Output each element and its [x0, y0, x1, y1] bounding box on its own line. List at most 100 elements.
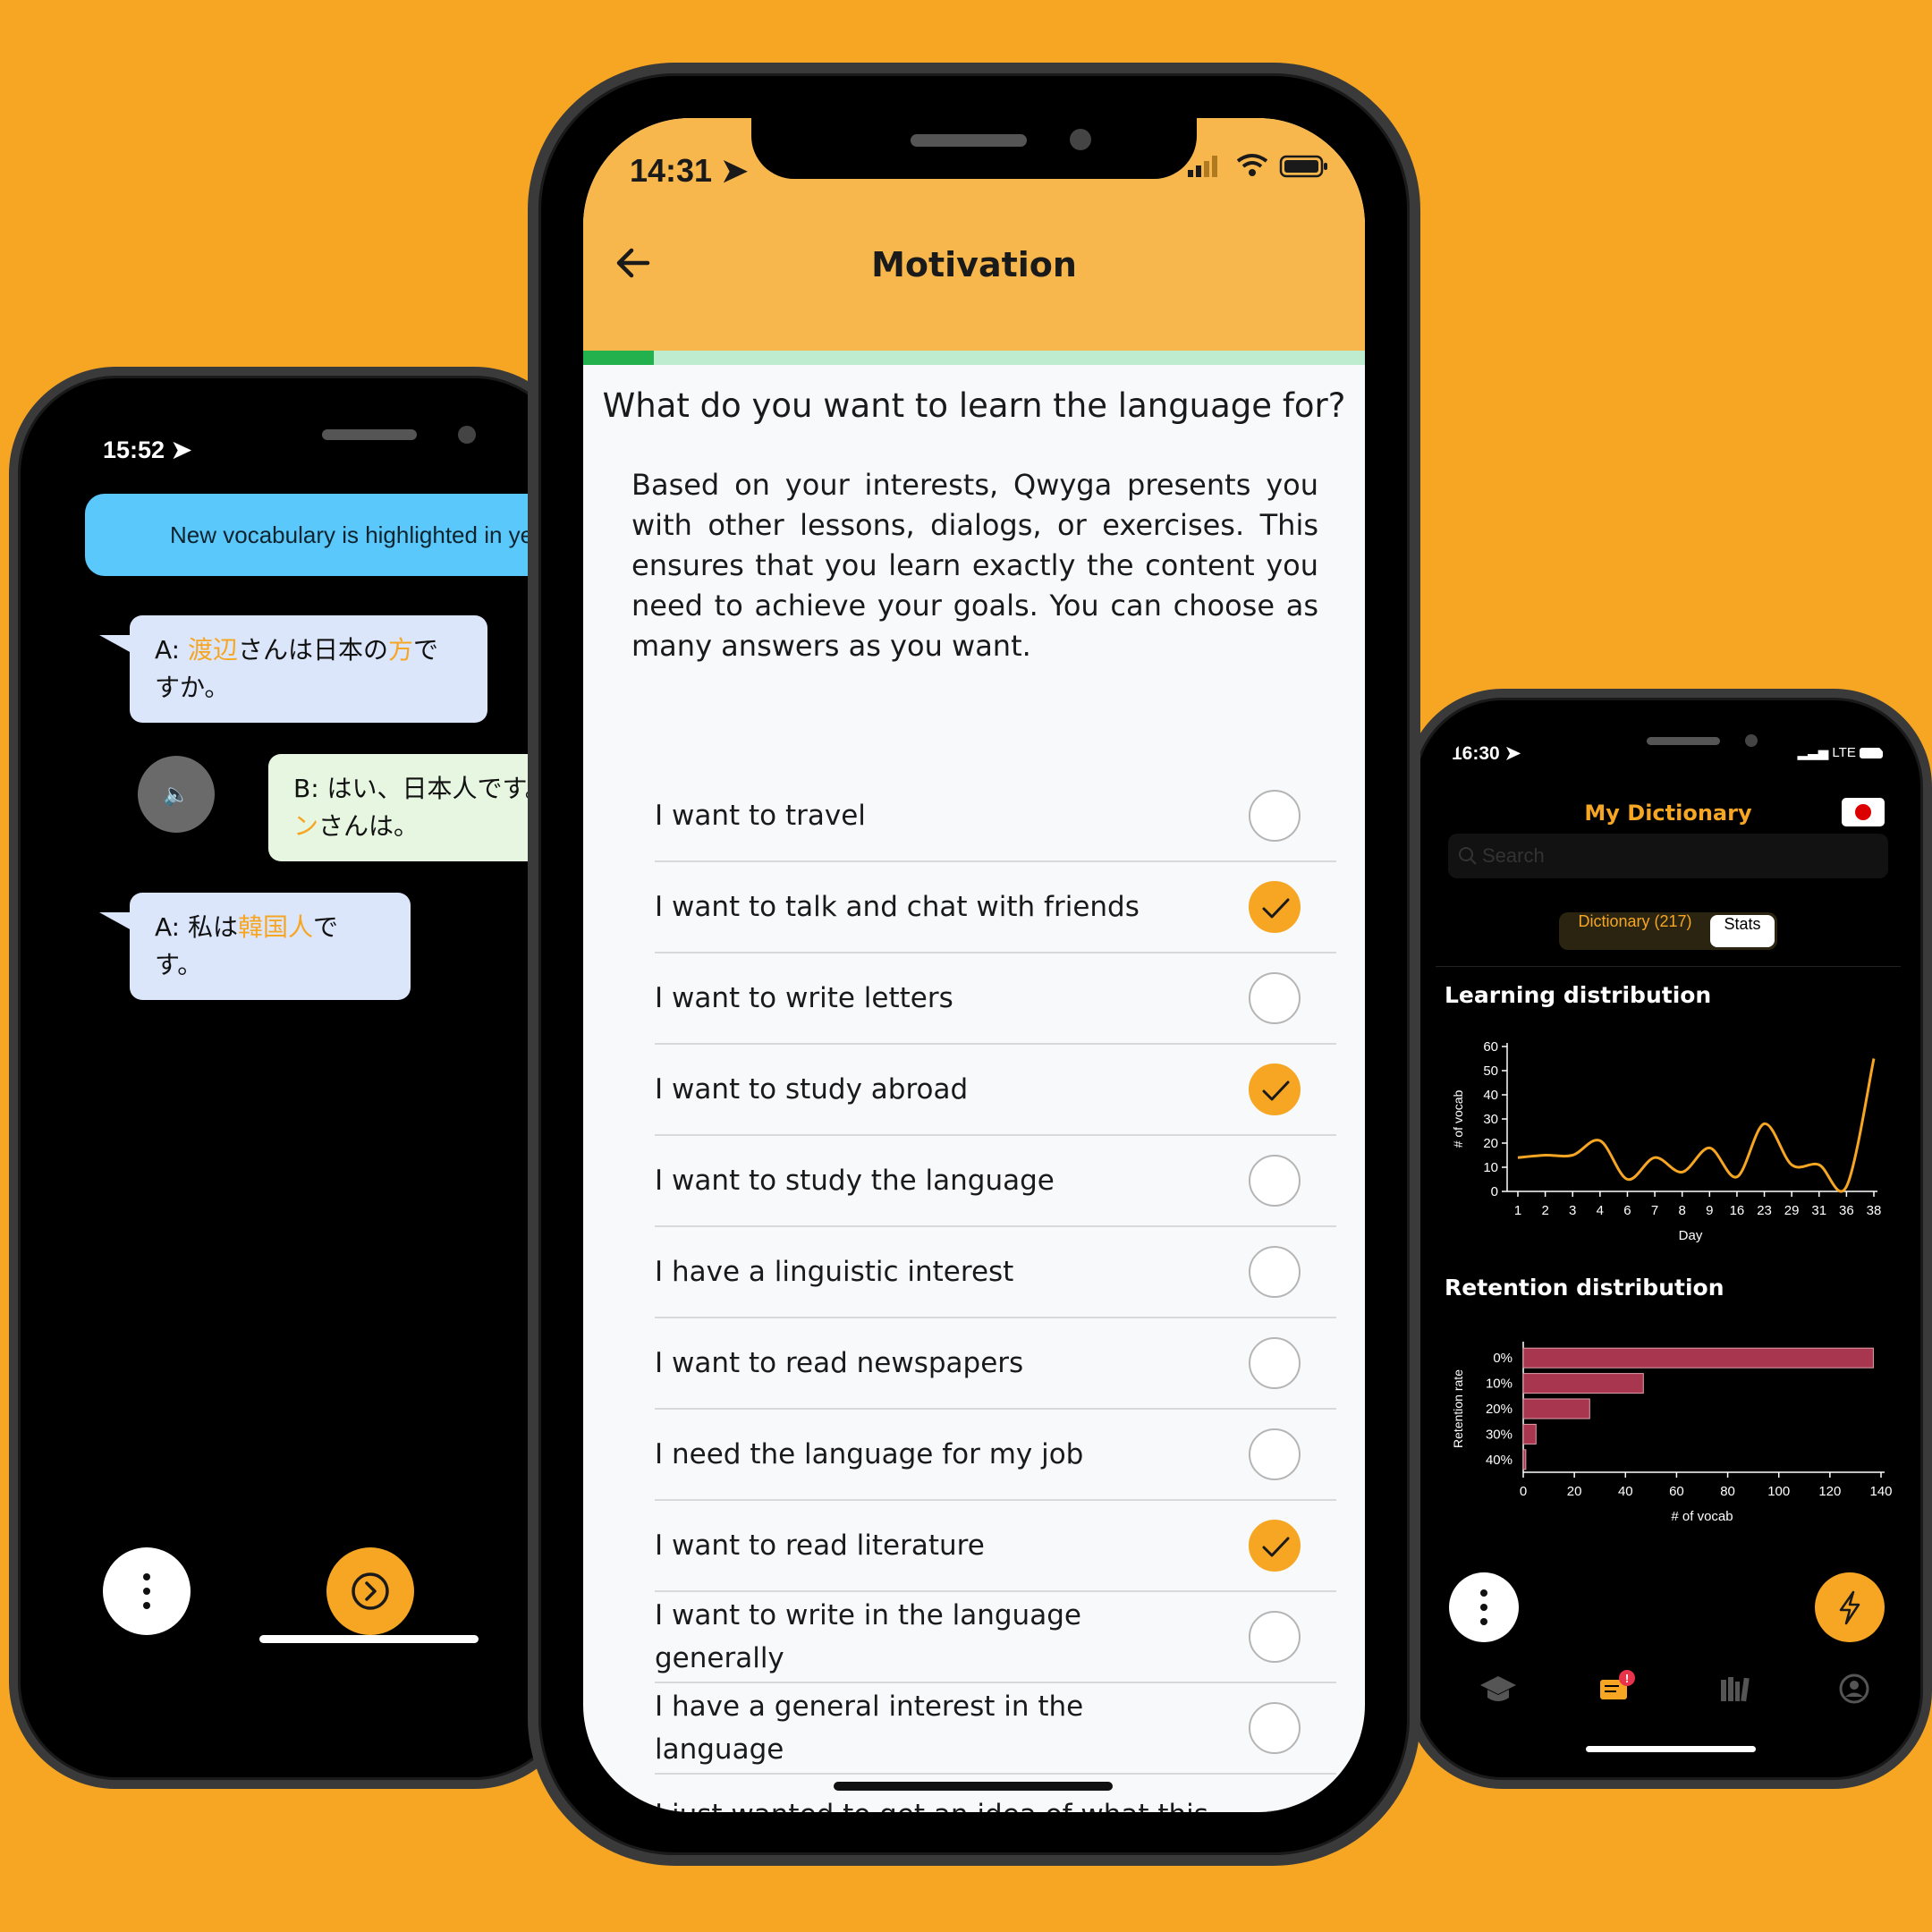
option-checkbox-checked[interactable]: [1249, 1063, 1301, 1115]
x-tick-label: 16: [1730, 1203, 1745, 1218]
y-tick-label: 10: [1483, 1160, 1498, 1175]
option-row[interactable]: I have a linguistic interest: [655, 1227, 1336, 1318]
earpiece: [322, 429, 417, 440]
option-checkbox[interactable]: [1249, 1611, 1301, 1663]
option-label: I have a linguistic interest: [655, 1256, 1014, 1288]
more-vertical-icon: [1480, 1589, 1487, 1625]
x-tick-label: 3: [1569, 1203, 1576, 1218]
segment-stats[interactable]: Stats: [1710, 915, 1775, 947]
option-checkbox-checked[interactable]: [1249, 1520, 1301, 1572]
dialog-bubble-a2[interactable]: A: 私は韓国人です。: [99, 893, 411, 1000]
x-tick-label: 7: [1651, 1203, 1658, 1218]
option-checkbox[interactable]: [1249, 1428, 1301, 1480]
camera: [458, 426, 476, 444]
option-checkbox[interactable]: [1249, 1246, 1301, 1298]
vocab-highlight[interactable]: 渡辺: [188, 635, 238, 665]
option-label: I want to study the language: [655, 1165, 1055, 1197]
x-tick-label: 4: [1597, 1203, 1604, 1218]
x-tick-label: 38: [1867, 1203, 1882, 1218]
retention-bar: [1522, 1373, 1644, 1394]
next-button[interactable]: [326, 1547, 414, 1635]
play-audio-button[interactable]: 🔈: [138, 756, 215, 833]
x-tick-label: 29: [1784, 1203, 1800, 1218]
vocab-highlight[interactable]: 方: [388, 635, 413, 665]
earpiece: [911, 134, 1027, 147]
option-row[interactable]: I want to study abroad: [655, 1045, 1336, 1136]
svg-text:!: !: [1625, 1672, 1629, 1685]
retention-bar: [1522, 1398, 1590, 1419]
quick-practice-button[interactable]: [1815, 1572, 1885, 1642]
y-tick-label: 40%: [1486, 1453, 1513, 1468]
more-vertical-icon: [143, 1573, 150, 1609]
option-checkbox[interactable]: [1249, 972, 1301, 1024]
option-row[interactable]: I want to read newspapers: [655, 1318, 1336, 1410]
tab-dictionary[interactable]: !: [1589, 1662, 1643, 1716]
option-row[interactable]: I just wanted to get an idea of what thi…: [655, 1775, 1336, 1812]
wifi-icon: [1234, 152, 1270, 182]
graduation-cap-icon: [1480, 1676, 1516, 1701]
option-row[interactable]: I want to read literature: [655, 1501, 1336, 1592]
option-row[interactable]: I need the language for my job: [655, 1410, 1336, 1501]
y-tick-label: 50: [1483, 1063, 1498, 1079]
option-row[interactable]: I want to talk and chat with friends: [655, 862, 1336, 953]
vocab-banner: New vocabulary is highlighted in ye: [85, 494, 572, 576]
segment-dictionary[interactable]: Dictionary (217): [1559, 912, 1711, 950]
dialog-bubble-b1[interactable]: B: はい、日本人です。 ンさんは。: [268, 754, 572, 861]
option-row[interactable]: I want to travel: [655, 771, 1336, 862]
intro-text: Based on your interests, Qwyga presents …: [631, 468, 1318, 663]
tab-library[interactable]: [1708, 1662, 1762, 1716]
search-icon: [1459, 847, 1477, 865]
option-checkbox[interactable]: [1249, 1155, 1301, 1207]
dialog-bubble-a1[interactable]: A: 渡辺さんは日本の方ですか。: [99, 615, 487, 723]
x-tick-label: 23: [1757, 1203, 1772, 1218]
tab-learn[interactable]: [1471, 1662, 1525, 1716]
option-row[interactable]: I want to write in the language generall…: [655, 1592, 1336, 1683]
more-menu-button[interactable]: [1449, 1572, 1519, 1642]
lightning-icon: [1839, 1590, 1860, 1625]
option-checkbox[interactable]: [1249, 1702, 1301, 1754]
option-row[interactable]: I have a general interest in the languag…: [655, 1683, 1336, 1775]
y-tick-label: 60: [1483, 1039, 1498, 1055]
notch: [188, 411, 572, 461]
location-arrow-icon: ➤: [171, 436, 192, 463]
notch: [751, 118, 1197, 179]
x-tick-label: 40: [1618, 1484, 1633, 1499]
japan-flag-icon[interactable]: [1842, 798, 1885, 826]
tab-bar: !: [1436, 1662, 1901, 1716]
progress-bar: [583, 351, 1365, 365]
retention-bar: [1522, 1449, 1527, 1470]
dictionary-stats-screen: 16:30 ➤ ▂▃▅ LTE My Dictionary Search Dic…: [1436, 724, 1901, 1753]
option-checkbox-checked[interactable]: [1249, 881, 1301, 933]
y-tick-label: 40: [1483, 1088, 1498, 1103]
checkmark-icon: [1262, 898, 1290, 919]
earpiece: [1647, 737, 1720, 745]
checkmark-icon: [1262, 1537, 1290, 1557]
option-checkbox[interactable]: [1249, 1337, 1301, 1389]
option-checkbox[interactable]: [1249, 1810, 1301, 1812]
x-tick-label: 36: [1839, 1203, 1854, 1218]
tab-profile[interactable]: [1827, 1662, 1881, 1716]
option-row[interactable]: I want to write letters: [655, 953, 1336, 1045]
learning-series-line: [1517, 1058, 1876, 1193]
x-tick-label: 31: [1811, 1203, 1826, 1218]
vocab-highlight[interactable]: 韓国人: [238, 912, 313, 942]
battery-icon: [1279, 154, 1329, 182]
vocab-highlight[interactable]: ン: [293, 811, 318, 841]
option-checkbox[interactable]: [1249, 790, 1301, 842]
retention-distribution-chart: 0% 10% 20% 30% 40% 0 20 40 60 80 100 120 140 # of voc…: [1451, 1342, 1893, 1524]
x-tick-label: 2: [1541, 1203, 1548, 1218]
x-tick-label: 6: [1623, 1203, 1631, 1218]
page-title: Motivation: [871, 245, 1077, 284]
more-menu-button[interactable]: [103, 1547, 191, 1635]
speaker-icon: 🔈: [163, 782, 190, 807]
camera: [1070, 129, 1091, 150]
learning-distribution-chart: 01020304050601 2 3 4 6 7 8 9 16 23 29 31 36 38Day# of…: [1451, 1039, 1882, 1243]
option-row[interactable]: I want to study the language: [655, 1136, 1336, 1227]
user-circle-icon: [1839, 1674, 1869, 1704]
option-label: I want to write letters: [655, 982, 953, 1014]
search-input[interactable]: Search: [1448, 834, 1888, 878]
question-heading: What do you want to learn the language f…: [602, 386, 1346, 425]
status-icons: ▂▃▅ LTE: [1798, 744, 1883, 760]
divider: [1436, 966, 1901, 967]
x-tick-label: 60: [1669, 1484, 1684, 1499]
